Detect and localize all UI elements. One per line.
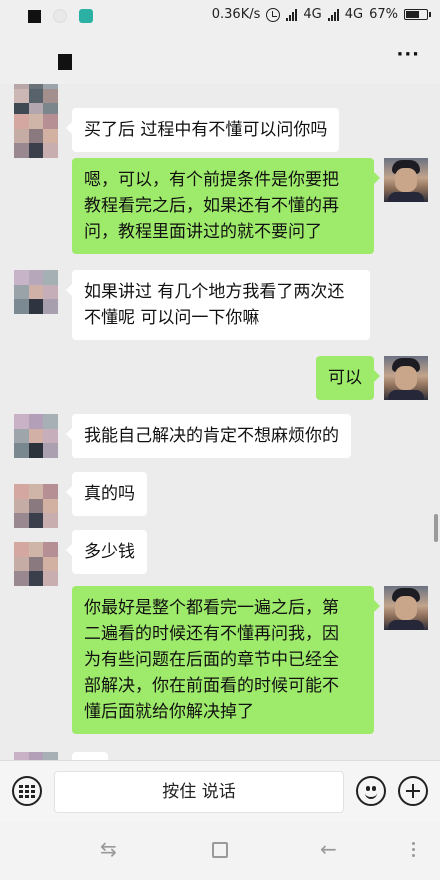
contact-avatar[interactable] bbox=[14, 270, 58, 314]
chat-area[interactable]: 买了后 过程中有不懂可以问你吗 嗯，可以，有个前提条件是你要把 教程看完之后，如… bbox=[0, 84, 440, 760]
battery-percent: 67% bbox=[369, 7, 398, 22]
contact-avatar[interactable] bbox=[14, 752, 58, 760]
message-line: 懂后面就给你解决掉了 bbox=[84, 702, 254, 722]
back-arrow-icon[interactable]: ← bbox=[320, 839, 337, 859]
sim2-network-type: 4G bbox=[344, 7, 364, 22]
my-avatar[interactable] bbox=[384, 158, 428, 202]
message-text: 多少钱 bbox=[84, 542, 135, 562]
scrollbar[interactable] bbox=[434, 514, 438, 542]
battery-icon bbox=[404, 9, 431, 20]
received-message[interactable]: 如果讲过 有几个地方我看了两次还 不懂呢 可以问一下你嘛 bbox=[66, 270, 370, 340]
received-message[interactable]: 买了后 过程中有不懂可以问你吗 bbox=[65, 108, 340, 152]
received-message[interactable] bbox=[72, 752, 108, 760]
my-avatar[interactable] bbox=[384, 356, 428, 400]
contact-avatar[interactable] bbox=[14, 84, 58, 118]
emoji-icon[interactable] bbox=[356, 776, 386, 806]
keyboard-toggle-icon[interactable] bbox=[12, 776, 42, 806]
contact-avatar[interactable] bbox=[14, 542, 58, 586]
hold-to-talk-button[interactable]: 按住 说话 bbox=[54, 771, 344, 813]
sent-message[interactable]: 你最好是整个都看完一遍之后，第 二遍看的时候还有不懂再问我，因 为有些问题在后面… bbox=[72, 586, 380, 734]
status-indicators: 0.36K/s 4G 4G 67% bbox=[211, 7, 431, 22]
message-line: 如果讲过 有几个地方我看了两次还 bbox=[84, 282, 345, 302]
message-line: 问，教程里面讲过的就不要问了 bbox=[84, 222, 322, 242]
message-line: 为有些问题在后面的章节中已经全 bbox=[84, 650, 339, 670]
menu-icon[interactable] bbox=[412, 842, 415, 857]
message-text: 真的吗 bbox=[84, 484, 135, 504]
received-message[interactable]: 我能自己解决的肯定不想麻烦你的 bbox=[66, 414, 351, 458]
contact-avatar[interactable] bbox=[14, 414, 58, 458]
sent-message[interactable]: 可以 bbox=[316, 356, 380, 400]
recent-apps-icon[interactable] bbox=[212, 842, 228, 858]
chat-header: ··· bbox=[0, 32, 440, 84]
message-line: 教程看完之后，如果还有不懂的再 bbox=[84, 196, 339, 216]
message-line: 嗯，可以，有个前提条件是你要把 bbox=[84, 170, 339, 190]
alarm-icon bbox=[266, 7, 281, 22]
network-speed: 0.36K/s bbox=[211, 7, 261, 22]
received-message[interactable]: 真的吗 bbox=[66, 472, 147, 516]
contact-avatar[interactable] bbox=[14, 484, 58, 528]
system-nav-bar: ⇆ ← bbox=[0, 822, 440, 880]
signal-icon bbox=[327, 8, 339, 21]
battery-fill bbox=[406, 11, 419, 18]
switch-apps-icon[interactable]: ⇆ bbox=[100, 839, 117, 859]
message-line: 二遍看的时候还有不懂再问我，因 bbox=[84, 624, 339, 644]
message-line: 部解决，你在前面看的时候可能不 bbox=[84, 676, 339, 696]
add-attachment-icon[interactable] bbox=[398, 776, 428, 806]
my-avatar[interactable] bbox=[384, 586, 428, 630]
notification-icon bbox=[53, 9, 67, 23]
notification-icons bbox=[28, 9, 93, 23]
app-notification-icon bbox=[79, 9, 93, 23]
received-message[interactable]: 多少钱 bbox=[66, 530, 147, 574]
sent-message[interactable]: 嗯，可以，有个前提条件是你要把 教程看完之后，如果还有不懂的再 问，教程里面讲过… bbox=[72, 158, 380, 254]
message-line: 不懂呢 可以问一下你嘛 bbox=[84, 308, 260, 328]
back-button[interactable] bbox=[58, 54, 72, 70]
message-line: 你最好是整个都看完一遍之后，第 bbox=[84, 598, 339, 618]
signal-icon bbox=[286, 8, 298, 21]
message-text: 我能自己解决的肯定不想麻烦你的 bbox=[84, 426, 339, 446]
message-text: 买了后 过程中有不懂可以问你吗 bbox=[84, 120, 328, 140]
more-options-button[interactable]: ··· bbox=[396, 46, 420, 64]
message-text: 可以 bbox=[328, 368, 362, 388]
contact-avatar[interactable] bbox=[14, 114, 58, 158]
input-bar: 按住 说话 bbox=[0, 760, 440, 822]
status-bar: 0.36K/s 4G 4G 67% bbox=[0, 0, 440, 32]
sim1-network-type: 4G bbox=[303, 7, 322, 22]
notification-icon bbox=[28, 9, 41, 23]
